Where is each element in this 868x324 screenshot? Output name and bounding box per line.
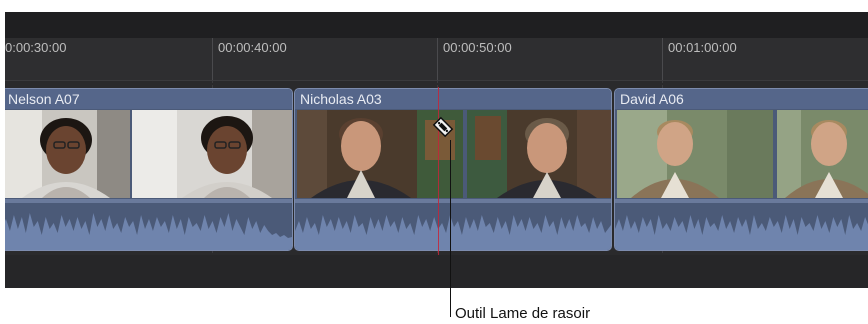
clip-title: David A06 <box>615 89 868 109</box>
audio-divider <box>615 199 868 203</box>
video-thumbnail <box>467 110 611 198</box>
audio-waveform <box>5 213 292 250</box>
clip-title: Nelson A07 <box>5 89 292 109</box>
audio-divider <box>295 199 611 203</box>
timeline-top-strip <box>5 12 868 38</box>
blade-icon <box>432 116 454 138</box>
audio-waveform <box>295 215 611 250</box>
video-thumbnail <box>777 110 868 198</box>
ruler-timecode: 00:00:50:00 <box>437 38 662 80</box>
clip-david-a06[interactable]: David A06 <box>614 88 868 251</box>
callout-line <box>450 140 451 317</box>
audio-divider <box>5 199 292 203</box>
video-thumbnail <box>617 110 773 198</box>
video-thumbnail <box>132 110 292 198</box>
clip-nelson-a07[interactable]: Nelson A07 <box>5 88 293 251</box>
timecode-ruler[interactable]: 0:00:30:00 00:00:40:00 00:00:50:00 00:01… <box>5 38 868 81</box>
ruler-timecode: 00:00:40:00 <box>212 38 437 80</box>
timeline[interactable]: 0:00:30:00 00:00:40:00 00:00:50:00 00:01… <box>5 12 868 288</box>
timeline-empty-track <box>5 255 868 288</box>
video-thumbnail <box>5 110 130 198</box>
callout-label: Outil Lame de rasoir <box>455 305 591 322</box>
ruler-timecode: 00:01:00:00 <box>662 38 868 80</box>
clip-title: Nicholas A03 <box>295 89 611 109</box>
audio-waveform <box>615 215 868 250</box>
ruler-timecode: 0:00:30:00 <box>5 40 67 55</box>
